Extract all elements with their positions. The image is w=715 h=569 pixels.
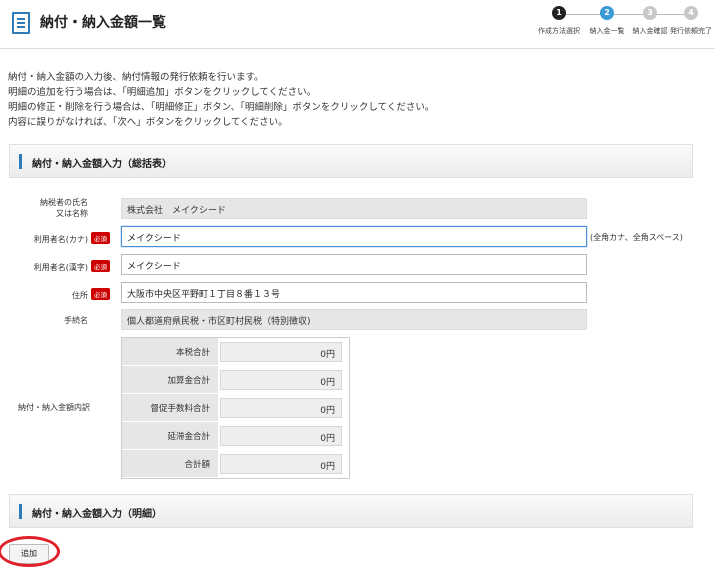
procedure-label: 手続名	[64, 316, 88, 325]
breakdown-row-value: 0円	[220, 426, 342, 446]
required-badge: 必須	[91, 260, 110, 272]
document-list-icon	[12, 12, 30, 34]
user-name-kanji-input[interactable]: メイクシード	[121, 254, 587, 275]
intro-text: 納付・納入金額の入力後、納付情報の発行依頼を行います。 明細の追加を行う場合は、…	[8, 70, 434, 130]
breakdown-row-value: 0円	[220, 370, 342, 390]
breakdown-row-label: 本税合計	[122, 338, 218, 366]
breakdown-row-value: 0円	[220, 398, 342, 418]
breakdown-table: 本税合計 0円 加算金合計 0円 督促手数料合計 0円 延滞金合計 0円 合計額…	[121, 337, 350, 479]
step-label: 作成方法選択	[538, 27, 580, 35]
breakdown-row-total: 合計額 0円	[122, 450, 349, 478]
kana-input-hint: (全角カナ、全角スペース)	[590, 233, 683, 242]
intro-line: 内容に誤りがなければ、「次へ」ボタンをクリックしてください。	[8, 117, 288, 128]
section-header-detail: 納付・納入金額入力（明細）	[9, 494, 693, 528]
procedure-field: 個人都道府県民税・市区町村民税（特別徴収)	[121, 309, 587, 330]
address-label: 住所 必須	[4, 288, 110, 301]
step-number: 3	[643, 6, 657, 20]
breakdown-row-label: 督促手数料合計	[122, 394, 218, 422]
page-title: 納付・納入金額一覧	[40, 15, 166, 31]
breakdown-label: 納付・納入金額内訳	[18, 403, 90, 412]
breakdown-row-additional: 加算金合計 0円	[122, 366, 349, 394]
step-1: 1 作成方法選択	[535, 6, 583, 36]
breakdown-row-label: 加算金合計	[122, 366, 218, 394]
step-label: 発行依頼完了	[670, 27, 712, 35]
intro-line: 納付・納入金額の入力後、納付情報の発行依頼を行います。	[8, 72, 264, 83]
intro-line: 明細の追加を行う場合は、「明細追加」ボタンをクリックしてください。	[8, 87, 317, 98]
address-input[interactable]: 大阪市中央区平野町１丁目８番１３号	[121, 282, 587, 303]
breakdown-row-fee: 督促手数料合計 0円	[122, 394, 349, 422]
taxpayer-name-label: 納税者の氏名 又は名称	[40, 198, 88, 218]
breakdown-row-value: 0円	[220, 454, 342, 474]
section-title: 納付・納入金額入力（総括表）	[32, 159, 172, 170]
taxpayer-name-field: 株式会社 メイクシード	[121, 198, 587, 219]
step-number: 4	[684, 6, 698, 20]
step-label: 納入金一覧	[589, 27, 625, 35]
highlight-circle	[0, 536, 60, 567]
section-accent	[19, 504, 22, 519]
step-2: 2 納入金一覧	[583, 6, 631, 36]
step-number: 2	[600, 6, 614, 20]
intro-line: 明細の修正・削除を行う場合は、「明細修正」ボタン、「明細削除」ボタンをクリックし…	[8, 102, 435, 113]
section-title: 納付・納入金額入力（明細）	[32, 509, 162, 520]
required-badge: 必須	[91, 232, 110, 244]
step-4: 4 発行依頼完了	[667, 6, 715, 36]
breakdown-row-label: 延滞金合計	[122, 422, 218, 450]
breakdown-row-label: 合計額	[122, 450, 218, 478]
breakdown-row-principal: 本税合計 0円	[122, 338, 349, 366]
step-number: 1	[552, 6, 566, 20]
user-name-kana-label: 利用者名(カナ) 必須	[4, 232, 110, 245]
section-accent	[19, 154, 22, 169]
required-badge: 必須	[91, 288, 110, 300]
breakdown-row-delinquency: 延滞金合計 0円	[122, 422, 349, 450]
user-name-kanji-label: 利用者名(漢字) 必須	[4, 260, 110, 273]
page-header: 納付・納入金額一覧 1 作成方法選択 2 納入金一覧 3 納入金確認 4 発行依…	[0, 0, 715, 49]
breakdown-row-value: 0円	[220, 342, 342, 362]
section-header-summary: 納付・納入金額入力（総括表）	[9, 144, 693, 178]
user-name-kana-input[interactable]: メイクシード	[121, 226, 587, 247]
progress-steps: 1 作成方法選択 2 納入金一覧 3 納入金確認 4 発行依頼完了	[536, 6, 715, 42]
